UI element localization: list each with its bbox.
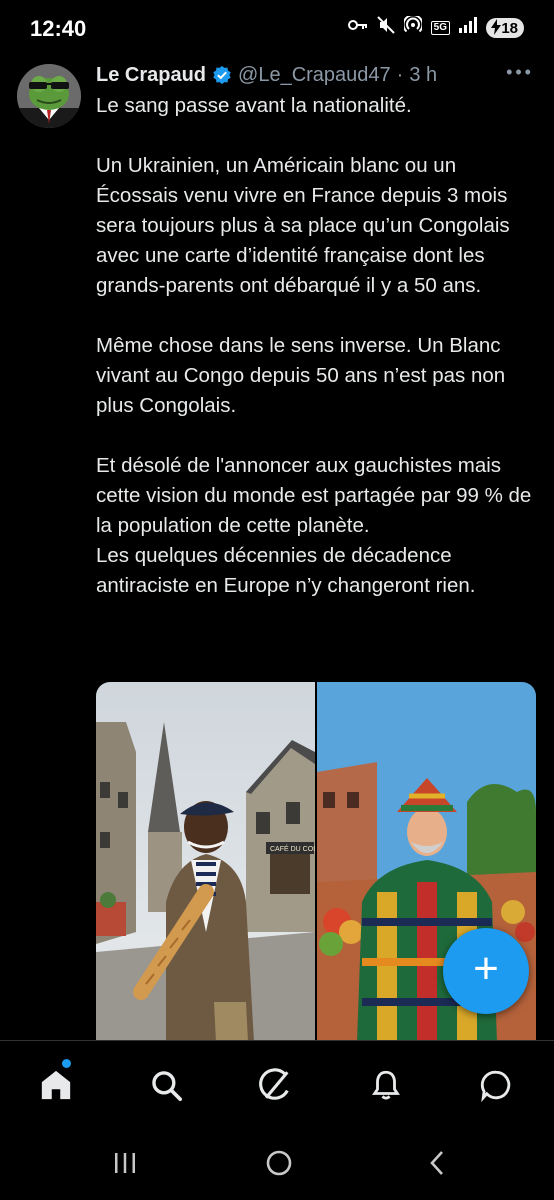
verified-badge-icon [212, 65, 232, 85]
author-name[interactable]: Le Crapaud [96, 64, 206, 87]
circle-home-icon [266, 1150, 292, 1176]
tweet-header: Le Crapaud @Le_Crapaud47 · 3 h [96, 60, 437, 90]
system-nav [0, 1130, 554, 1200]
nav-search[interactable] [146, 1065, 186, 1105]
nav-messages[interactable] [476, 1065, 516, 1105]
recent-apps-icon [115, 1153, 135, 1173]
battery-level: 18 [501, 19, 518, 37]
tweet-time[interactable]: 3 h [409, 64, 437, 87]
media-image-left[interactable]: CAFÉ DU COIN [96, 682, 315, 1042]
hotspot-icon [402, 14, 424, 40]
grok-icon [259, 1068, 289, 1100]
charging-icon [491, 19, 501, 38]
separator-dot: · [396, 63, 404, 86]
tweet-paragraph: Le sang passe avant la nationalité. [96, 94, 412, 117]
shop-sign-text: CAFÉ DU COIN [270, 844, 315, 853]
nav-notifications[interactable] [366, 1065, 406, 1105]
tweet-paragraph: Et désolé de l'annoncer aux gauchistes m… [96, 454, 532, 537]
search-icon [152, 1071, 183, 1102]
tweet-paragraph: Les quelques décennies de décadence anti… [96, 544, 476, 597]
messages-icon [480, 1070, 511, 1102]
author-handle[interactable]: @Le_Crapaud47 [238, 64, 391, 87]
bell-icon [372, 1070, 400, 1100]
status-bar: 12:40 5G 18 [0, 0, 554, 56]
back-button[interactable] [422, 1148, 452, 1178]
plus-icon: + [473, 944, 499, 993]
key-icon [347, 18, 368, 38]
home-system-button[interactable] [264, 1148, 294, 1178]
mute-icon [376, 16, 395, 40]
nav-grok[interactable] [256, 1065, 296, 1105]
recent-apps-button[interactable] [110, 1148, 140, 1178]
home-badge [62, 1059, 71, 1068]
home-icon [41, 1070, 71, 1100]
signal-icon [459, 17, 477, 39]
status-time: 12:40 [30, 16, 87, 41]
tweet-paragraph: Un Ukrainien, un Américain blanc ou un É… [96, 154, 510, 297]
bottom-nav [0, 1040, 554, 1131]
avatar[interactable] [17, 64, 81, 128]
back-icon [430, 1151, 443, 1175]
battery-indicator: 18 [486, 18, 524, 38]
status-icons: 5G 18 [347, 14, 524, 40]
network-type-badge: 5G [430, 21, 450, 35]
village-photo: CAFÉ DU COIN [96, 682, 315, 1042]
more-options-icon[interactable]: • • • [506, 62, 531, 83]
tweet-paragraph: Même chose dans le sens inverse. Un Blan… [96, 334, 506, 417]
compose-button[interactable]: + [443, 928, 529, 1014]
nav-home[interactable] [36, 1065, 76, 1105]
tweet-text: Le sang passe avant la nationalité. Un U… [96, 91, 542, 601]
frog-avatar-icon [17, 64, 81, 128]
